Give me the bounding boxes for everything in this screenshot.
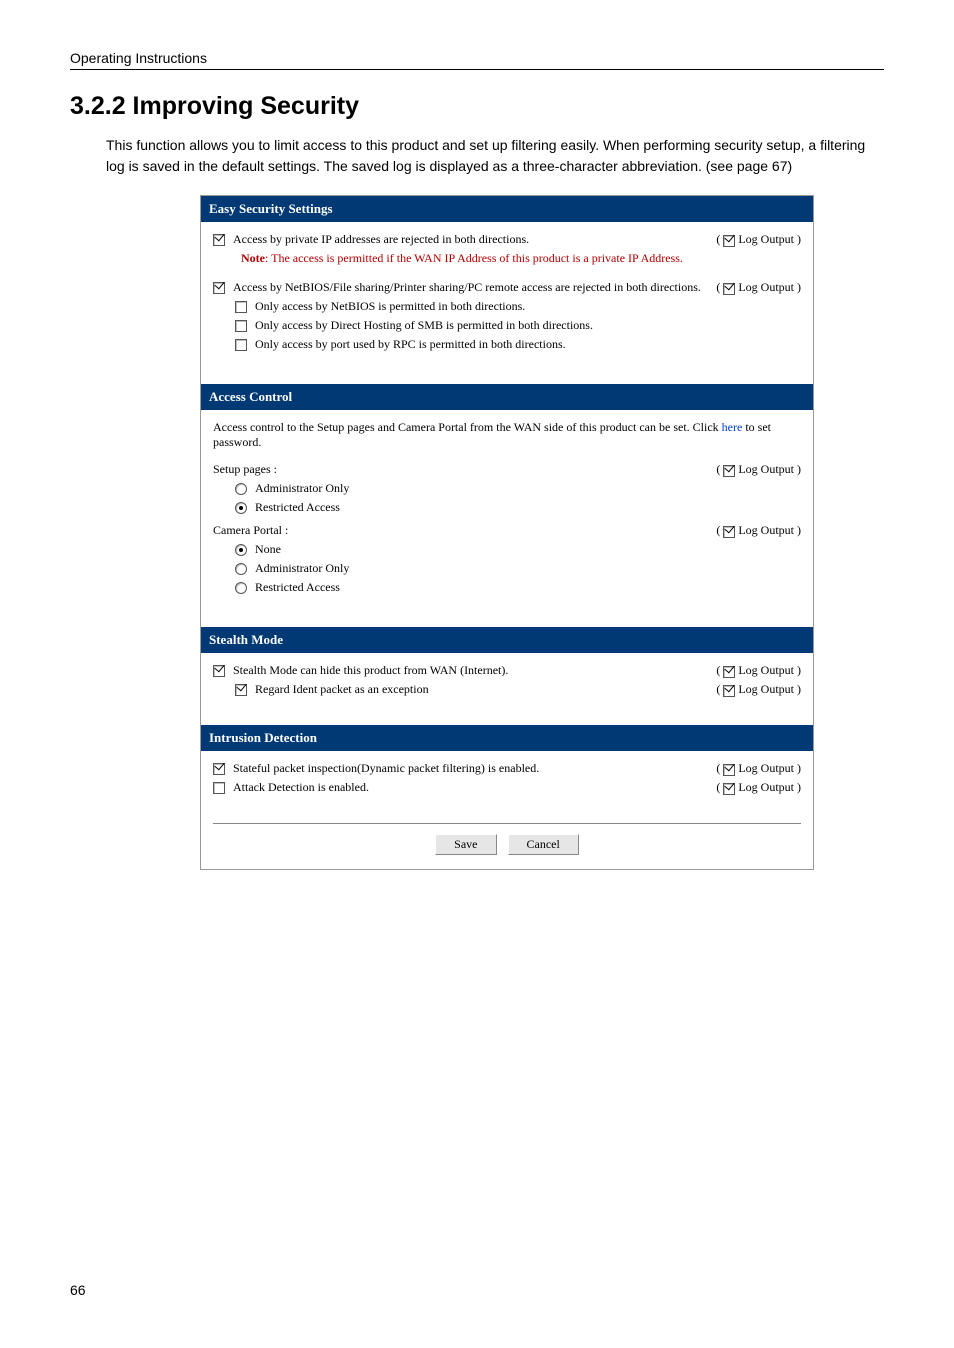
- radio-camera-restricted[interactable]: [235, 582, 247, 594]
- log-output-attack: ( Log Output): [716, 780, 801, 795]
- button-row: Save Cancel: [213, 823, 801, 869]
- note-private-ip: Note: The access is permitted if the WAN…: [241, 251, 801, 266]
- link-here[interactable]: here: [722, 420, 743, 434]
- log-output-private-ip: ( Log Output): [716, 232, 801, 247]
- camera-portal-label: Camera Portal :: [213, 523, 716, 538]
- cancel-button[interactable]: Cancel: [508, 834, 579, 855]
- checkbox-log-private-ip[interactable]: [723, 235, 735, 247]
- label-attack: Attack Detection is enabled.: [233, 780, 716, 795]
- label-camera-none: None: [255, 542, 801, 557]
- section-heading: 3.2.2 Improving Security: [70, 92, 884, 121]
- access-control-body: Access control to the Setup pages and Ca…: [201, 410, 813, 627]
- label-spi: Stateful packet inspection(Dynamic packe…: [233, 761, 716, 776]
- intro-paragraph: This function allows you to limit access…: [106, 135, 884, 177]
- intrusion-body: Stateful packet inspection(Dynamic packe…: [201, 751, 813, 817]
- label-only-smb: Only access by Direct Hosting of SMB is …: [255, 318, 801, 333]
- checkbox-log-ident[interactable]: [723, 685, 735, 697]
- checkbox-log-spi[interactable]: [723, 764, 735, 776]
- label-stealth: Stealth Mode can hide this product from …: [233, 663, 716, 678]
- checkbox-log-setup[interactable]: [723, 465, 735, 477]
- stealth-mode-header: Stealth Mode: [201, 627, 813, 653]
- running-head: Operating Instructions: [70, 50, 884, 70]
- security-panel: Easy Security Settings Access by private…: [200, 195, 814, 870]
- log-output-spi: ( Log Output): [716, 761, 801, 776]
- easy-security-header: Easy Security Settings: [201, 196, 813, 222]
- stealth-mode-body: Stealth Mode can hide this product from …: [201, 653, 813, 725]
- label-netbios: Access by NetBIOS/File sharing/Printer s…: [233, 280, 716, 295]
- access-control-header: Access Control: [201, 384, 813, 410]
- checkbox-log-camera[interactable]: [723, 526, 735, 538]
- checkbox-ident[interactable]: [235, 684, 247, 696]
- label-ident: Regard Ident packet as an exception: [255, 682, 716, 697]
- label-setup-admin: Administrator Only: [255, 481, 801, 496]
- checkbox-log-netbios[interactable]: [723, 283, 735, 295]
- radio-camera-admin[interactable]: [235, 563, 247, 575]
- checkbox-only-smb[interactable]: [235, 320, 247, 332]
- log-output-camera: ( Log Output): [716, 523, 801, 538]
- checkbox-private-ip[interactable]: [213, 234, 225, 246]
- intrusion-header: Intrusion Detection: [201, 725, 813, 751]
- log-output-setup: ( Log Output): [716, 462, 801, 477]
- log-output-stealth: ( Log Output): [716, 663, 801, 678]
- log-output-netbios: ( Log Output): [716, 280, 801, 295]
- save-button[interactable]: Save: [435, 834, 496, 855]
- checkbox-log-stealth[interactable]: [723, 666, 735, 678]
- radio-setup-admin[interactable]: [235, 483, 247, 495]
- setup-pages-label: Setup pages :: [213, 462, 716, 477]
- log-output-ident: ( Log Output): [716, 682, 801, 697]
- label-camera-restricted: Restricted Access: [255, 580, 801, 595]
- label-camera-admin: Administrator Only: [255, 561, 801, 576]
- label-only-netbios: Only access by NetBIOS is permitted in b…: [255, 299, 801, 314]
- checkbox-attack[interactable]: [213, 782, 225, 794]
- checkbox-netbios[interactable]: [213, 282, 225, 294]
- radio-setup-restricted[interactable]: [235, 502, 247, 514]
- label-private-ip: Access by private IP addresses are rejec…: [233, 232, 716, 247]
- checkbox-only-netbios[interactable]: [235, 301, 247, 313]
- checkbox-only-rpc[interactable]: [235, 339, 247, 351]
- checkbox-log-attack[interactable]: [723, 783, 735, 795]
- checkbox-spi[interactable]: [213, 763, 225, 775]
- access-control-desc: Access control to the Setup pages and Ca…: [213, 420, 801, 450]
- page-number: 66: [70, 1282, 86, 1298]
- label-setup-restricted: Restricted Access: [255, 500, 801, 515]
- label-only-rpc: Only access by port used by RPC is permi…: [255, 337, 801, 352]
- easy-security-body: Access by private IP addresses are rejec…: [201, 222, 813, 384]
- radio-camera-none[interactable]: [235, 544, 247, 556]
- checkbox-stealth[interactable]: [213, 665, 225, 677]
